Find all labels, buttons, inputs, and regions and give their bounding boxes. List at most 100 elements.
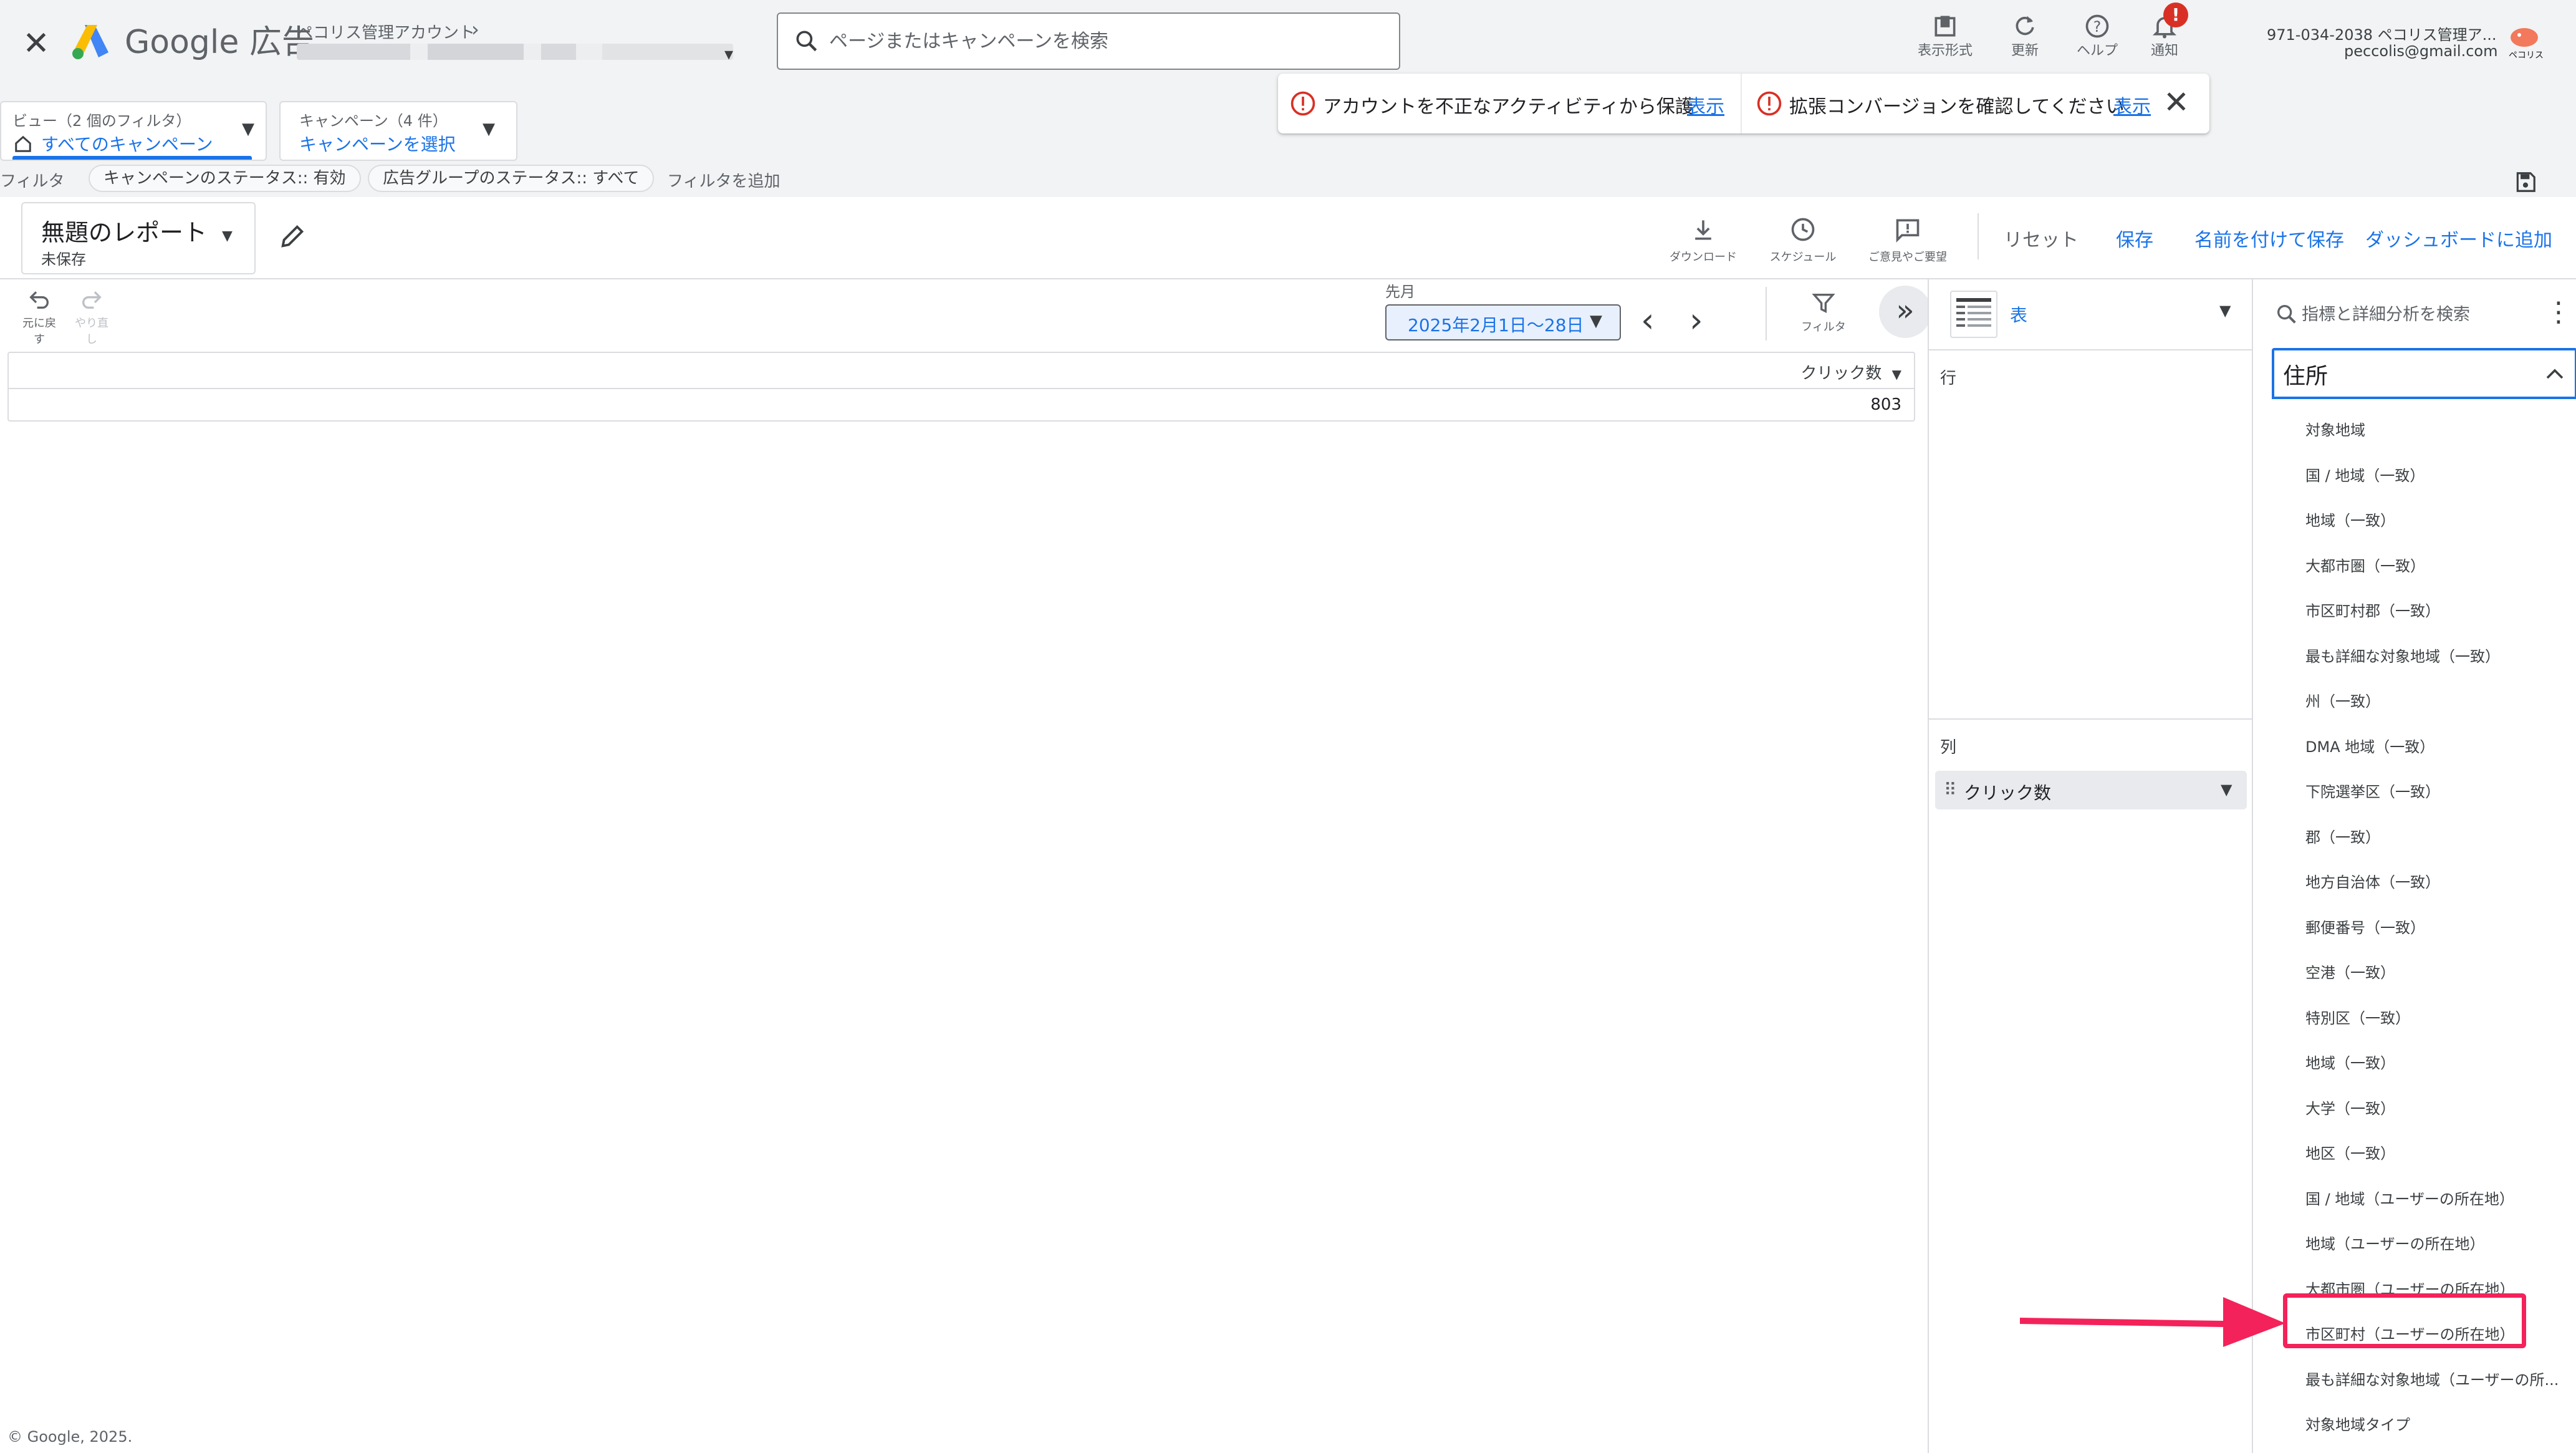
dimension-category-header[interactable]: 住所 [2272,348,2576,399]
highlight-box [2283,1293,2526,1348]
appearance-label: 表示形式 [1917,43,1973,59]
error-icon [1290,91,1315,116]
dimension-item[interactable]: 大都市圏（一致） [2305,554,2425,576]
dimension-item[interactable]: 地方自治体（一致） [2305,870,2440,892]
dimension-item[interactable]: 最も詳細な対象地域（一致） [2305,644,2500,666]
help-button[interactable]: ? ヘルプ [2060,10,2135,66]
drag-handle-icon[interactable]: ⠿ [1944,780,1957,800]
dimension-item[interactable]: 州（一致） [2305,689,2380,711]
redo-label: やり直し [75,317,108,346]
column-chip-clicks[interactable]: ⠿ クリック数 ▼ [1935,771,2247,809]
pencil-icon[interactable] [278,222,307,251]
chevron-down-icon: ▼ [483,120,495,138]
account-avatar-icon [2511,28,2538,47]
account-selector-redacted[interactable] [297,44,733,60]
dimension-item[interactable]: 対象地域タイプ [2305,1412,2410,1434]
appearance-icon [1934,16,1956,37]
total-clicks-value: 803 [1870,395,1901,414]
notification-text-conversion: 拡張コンバージョンを確認してください [1789,96,2125,118]
caret-down-icon[interactable]: ▼ [2221,781,2232,798]
home-icon [15,135,31,152]
campaign-selector[interactable]: キャンペーン（4 件） キャンペーンを選択 ▼ [279,101,517,161]
dimension-search-input[interactable] [2300,299,2527,329]
dimension-item[interactable]: 対象地域 [2305,418,2365,440]
error-icon [1757,91,1782,116]
view-filter-label: ビュー（2 個のフィルタ） [12,112,191,130]
chevron-right-icon[interactable]: › [1689,302,1703,339]
caret-down-icon: ▼ [1590,312,1602,331]
filter-chip-adgroup-status[interactable]: 広告グループのステータス:: すべて [368,165,655,192]
download-label: ダウンロード [1670,251,1737,264]
more-vert-icon[interactable]: ⋮ [2545,297,2572,328]
dimension-item[interactable]: 大学（一致） [2305,1096,2395,1118]
undo-button[interactable]: 元に戻す [17,287,61,347]
notification-link-conversion[interactable]: 表示 [2113,91,2151,118]
filter-chip-campaign-status[interactable]: キャンペーンのステータス:: 有効 [89,165,361,192]
help-label: ヘルプ [2076,43,2118,59]
rows-label: 行 [1940,369,1957,388]
refresh-icon [2016,16,2034,36]
dimension-item[interactable]: 最も詳細な対象地域（ユーザーの所... [2305,1368,2559,1389]
caret-down-icon: ▼ [222,228,233,244]
dimension-item[interactable]: 特別区（一致） [2305,1006,2410,1028]
notification-badge: ! [2163,2,2188,27]
date-range-label: 先月 [1385,283,1415,301]
reset-button[interactable]: リセット [2004,224,2079,252]
report-status: 未保存 [41,251,86,268]
dimension-item[interactable]: 地区（一致） [2305,1141,2395,1163]
redo-button[interactable]: やり直し [70,287,113,347]
notification-divider [1741,74,1742,133]
toolbar-divider [1978,213,1979,259]
chevron-down-icon: ▼ [242,120,254,138]
dimension-item[interactable]: 郡（一致） [2305,825,2380,847]
close-icon[interactable]: ✕ [19,26,54,61]
date-range-selector[interactable]: 2025年2月1日〜28日 ▼ [1385,304,1621,340]
search-icon [2277,305,2296,324]
sort-down-icon: ▼ [1891,367,1901,382]
dimension-item[interactable]: 地域（一致） [2305,508,2395,530]
download-button[interactable]: ダウンロード [1660,216,1747,264]
chevron-down-icon[interactable]: ▾ [724,44,733,64]
dimension-item[interactable]: 地域（ユーザーの所在地） [2305,1232,2485,1253]
column-header-clicks[interactable]: クリック数 ▼ [1800,360,1901,384]
table-visualization-icon[interactable] [1950,291,1997,338]
account-id: 971-034-2038 ペコリス管理ア... [2267,26,2497,44]
schedule-button[interactable]: スケジュール [1759,216,1847,264]
notification-link-security[interactable]: 表示 [1687,91,1724,118]
search-input[interactable] [828,24,1379,60]
dimension-item[interactable]: 国 / 地域（ユーザーの所在地） [2305,1187,2514,1209]
collapse-panel-button[interactable]: » [1879,286,1931,338]
schedule-label: スケジュール [1769,251,1837,264]
dimension-item[interactable]: 下院選挙区（一致） [2305,780,2440,801]
view-filter-selector[interactable]: ビュー（2 個のフィルタ） すべてのキャンペーン ▼ [0,101,267,161]
dimension-item[interactable]: 市区町村郡（一致） [2305,599,2440,620]
dimension-item[interactable]: 空港（一致） [2305,960,2395,982]
visualization-type[interactable]: 表 [2010,302,2027,327]
caret-down-icon[interactable]: ▼ [2219,302,2231,319]
report-name-card[interactable]: 無題のレポート 未保存 ▼ [21,202,256,274]
editor-panel: 表 ▼ 行 列 ⠿ クリック数 ▼ [1928,279,2253,1453]
footer-copyright: © Google, 2025. [7,1428,133,1446]
columns-label: 列 [1940,738,1957,757]
dimension-item[interactable]: 郵便番号（一致） [2305,915,2425,937]
table-divider [9,388,1914,389]
feedback-button[interactable]: ご意見やご要望 [1864,216,1951,264]
appearance-button[interactable]: 表示形式 [1908,10,1982,66]
refresh-button[interactable]: 更新 [1987,10,2062,66]
search-box[interactable] [777,12,1400,70]
undo-icon [29,291,49,309]
add-to-dashboard-button[interactable]: ダッシュボードに追加 [2365,224,2552,252]
dimension-item[interactable]: 地域（一致） [2305,1051,2395,1073]
close-icon[interactable]: ✕ [2163,84,2189,121]
add-filter-button[interactable]: フィルタを追加 [667,168,780,191]
google-ads-logo[interactable] [70,20,112,62]
dimension-item[interactable]: 国 / 地域（一致） [2305,463,2425,485]
account-breadcrumb[interactable]: ペコリス管理アカウント [297,20,475,43]
save-icon[interactable] [2514,170,2537,195]
save-as-button[interactable]: 名前を付けて保存 [2194,224,2344,252]
avatar[interactable]: ペコリス [2509,25,2544,60]
filter-button[interactable]: フィルタ [1795,291,1852,334]
chevron-left-icon[interactable]: ‹ [1641,302,1655,339]
dimension-item[interactable]: DMA 地域（一致） [2305,735,2434,756]
save-button[interactable]: 保存 [2116,224,2153,252]
